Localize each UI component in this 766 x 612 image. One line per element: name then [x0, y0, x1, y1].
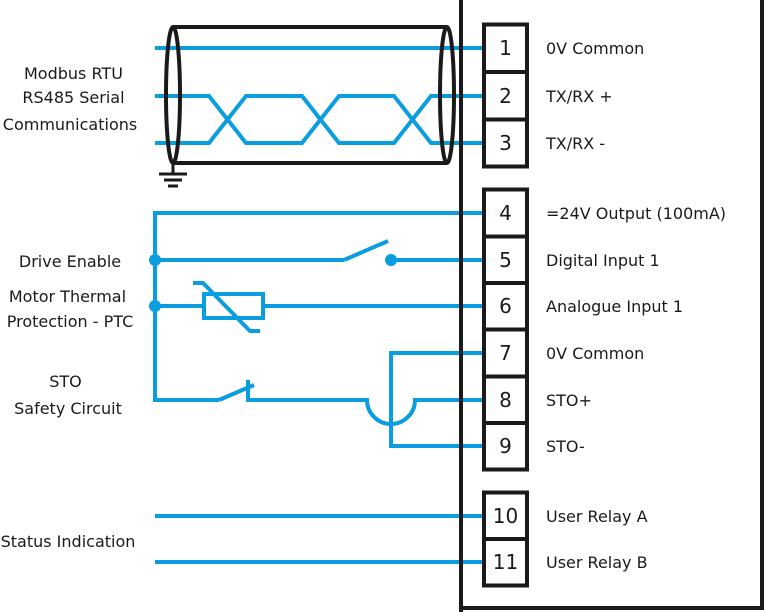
terminal-label: User Relay A: [546, 507, 648, 526]
terminal-strip: 1 0V Common 2 TX/RX + 3 TX/RX - 4 =24V Output (…: [482, 22, 726, 588]
terminal-label: STO-: [546, 437, 585, 456]
terminal-number: 7: [499, 341, 512, 365]
shielded-twisted-pair-icon: [155, 25, 484, 165]
terminal-number: 3: [499, 131, 512, 155]
terminal-number: 6: [499, 294, 512, 318]
wire-sto-loop: [248, 398, 484, 426]
terminal-label: TX/RX -: [545, 134, 605, 153]
terminal-label: Analogue Input 1: [546, 297, 683, 316]
terminal-number: 9: [499, 434, 512, 458]
junction-dot: [149, 254, 161, 266]
label-drive-enable: Drive Enable: [19, 252, 121, 271]
terminal-number: 5: [499, 248, 512, 272]
terminal-label: TX/RX +: [545, 87, 613, 106]
terminal-number: 8: [499, 388, 512, 412]
terminal-number: 4: [499, 201, 512, 225]
wire-terminal-3: [155, 94, 484, 145]
junction-dot: [149, 300, 161, 312]
terminal-label: STO+: [546, 391, 592, 410]
label-modbus: Modbus RTU RS485 Serial Communications: [3, 64, 137, 134]
ground-icon: [159, 163, 187, 188]
terminal-label: Digital Input 1: [546, 251, 660, 270]
terminal-label: User Relay B: [546, 553, 648, 572]
wiring-diagram: 1 0V Common 2 TX/RX + 3 TX/RX - 4 =24V Output (…: [1, 0, 764, 612]
terminal-label: 0V Common: [546, 39, 644, 58]
label-status: Status Indication: [1, 532, 136, 551]
label-sto: STO Safety Circuit: [14, 372, 122, 418]
normally-open-switch-icon: [343, 239, 389, 262]
terminal-number: 11: [493, 550, 518, 574]
label-thermal: Motor Thermal Protection - PTC: [7, 287, 134, 331]
terminal-label: =24V Output (100mA): [546, 204, 726, 223]
terminal-label: 0V Common: [546, 344, 644, 363]
terminal-number: 1: [499, 36, 512, 60]
terminal-number: 2: [499, 84, 512, 108]
terminal-number: 10: [493, 504, 518, 528]
